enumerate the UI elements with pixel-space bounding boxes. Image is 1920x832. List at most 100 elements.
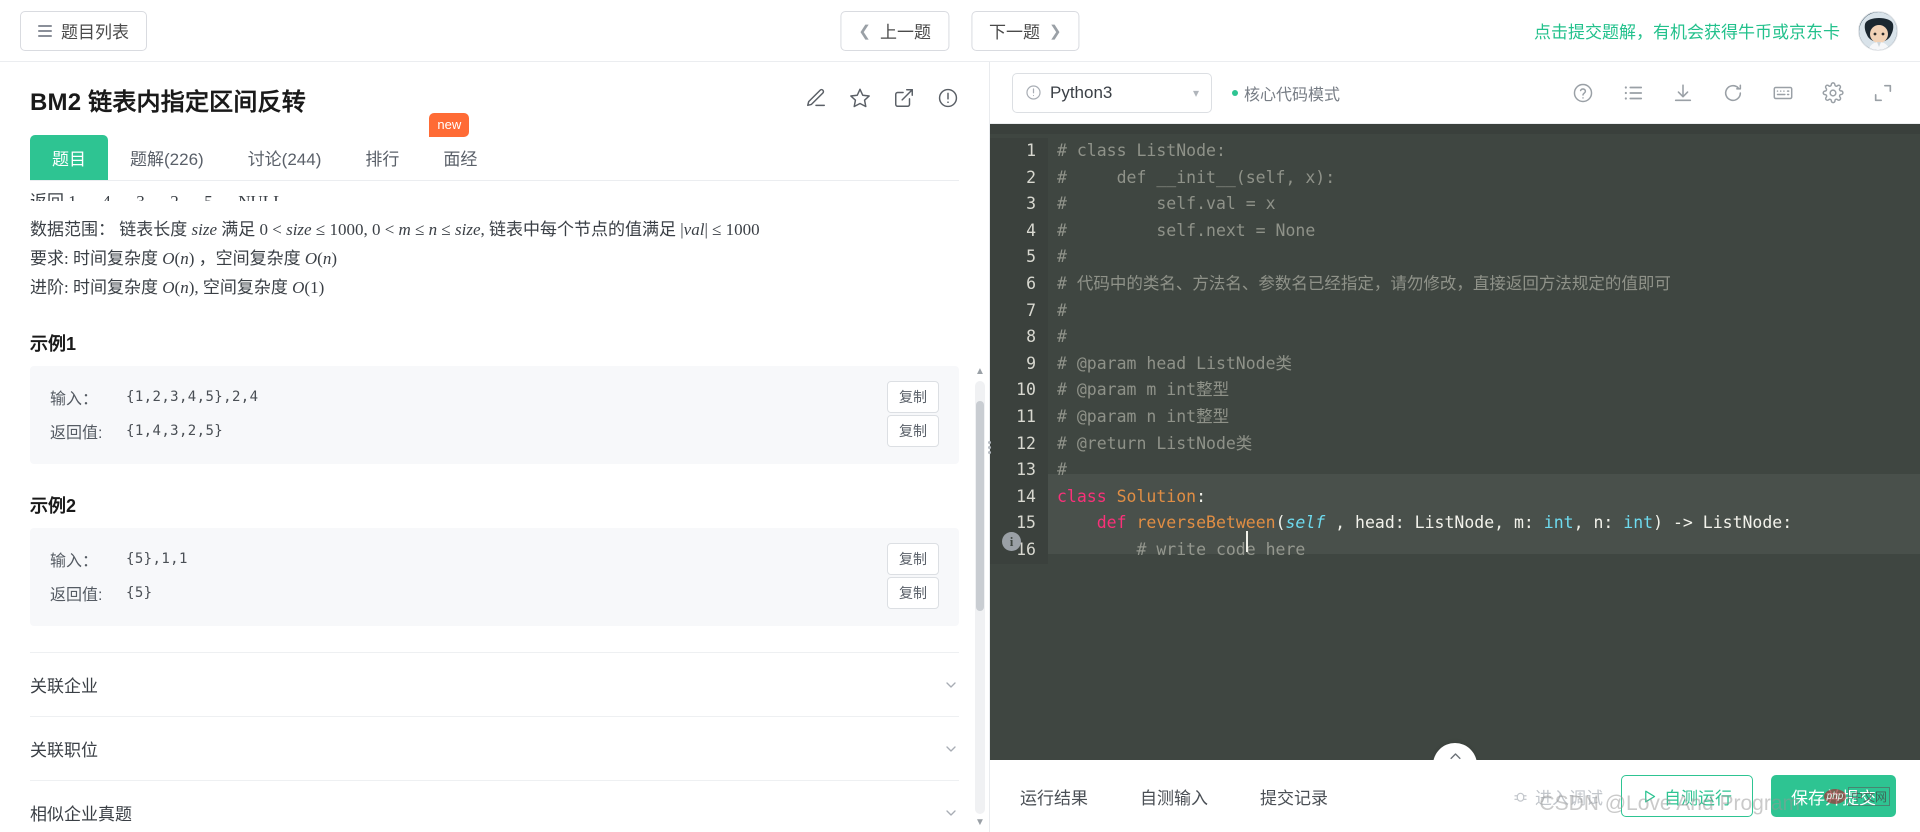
download-icon[interactable] [1672, 82, 1694, 104]
avatar[interactable] [1858, 10, 1898, 51]
prev-problem-button[interactable]: ❮ 上一题 [840, 10, 949, 51]
problem-actions [805, 82, 959, 109]
next-problem-label: 下一题 [989, 23, 1040, 42]
tab-ranking[interactable]: 排行 [343, 135, 421, 180]
copy-button[interactable]: 复制 [887, 577, 939, 609]
line-number: 1 [1026, 141, 1036, 160]
code-line[interactable]: # [1057, 324, 1920, 351]
promo-link[interactable]: 点击提交题解，有机会获得牛币或京东卡 [1534, 18, 1840, 43]
problem-panel: BM2 链表内指定区间反转 题目 题解(226) 讨论(244) 排行 new … [0, 62, 991, 832]
copy-button[interactable]: 复制 [887, 415, 939, 447]
line-number: 6 [1026, 273, 1036, 293]
example-2-input-value: {5},1,1 [126, 551, 188, 567]
gear-icon[interactable] [1822, 81, 1844, 104]
new-badge: new [429, 113, 470, 137]
code-token: # class ListNode: [1057, 141, 1226, 160]
accordion-related-jobs[interactable]: 关联职位 [30, 716, 959, 780]
list-icon[interactable] [1622, 82, 1644, 104]
example-2-box: 输入： {5},1,1 复制 返回值: {5} 复制 [30, 528, 959, 626]
refresh-icon[interactable] [1722, 82, 1744, 104]
pane-resize-handle[interactable] [982, 427, 996, 467]
tab-submission-records[interactable]: 提交记录 [1260, 784, 1328, 809]
code-token: , n: [1573, 513, 1624, 533]
code-token: ) -> ListNode: [1653, 513, 1793, 533]
code-token: int [1543, 513, 1574, 533]
share-icon[interactable] [893, 87, 915, 109]
code-line[interactable]: # [1057, 457, 1920, 484]
code-line[interactable]: class Solution: [1057, 484, 1920, 511]
error-marker-icon[interactable]: i [1002, 532, 1021, 551]
code-token: , head: ListNode, m: [1325, 513, 1544, 533]
line-number: 5 [1026, 247, 1036, 267]
tab-test-input[interactable]: 自测输入 [1140, 784, 1208, 809]
tab-interview[interactable]: new 面经 [421, 113, 499, 180]
code-line[interactable]: # class ListNode: [1057, 138, 1920, 165]
star-icon[interactable] [849, 87, 871, 109]
example-1-box: 输入： {1,2,3,4,5},2,4 复制 返回值: {1,4,3,2,5} … [30, 366, 959, 464]
tab-run-result[interactable]: 运行结果 [1020, 784, 1088, 809]
keyboard-icon[interactable] [1772, 82, 1794, 104]
copy-button[interactable]: 复制 [887, 543, 939, 575]
code-line[interactable]: # @param m int整型 [1057, 377, 1920, 404]
copy-button[interactable]: 复制 [887, 381, 939, 413]
code-token: # 代码中的类名、方法名、参数名已经指定，请勿修改，直接返回方法规定的值即可 [1057, 273, 1671, 293]
example-1-input-row: 输入： {1,2,3,4,5},2,4 复制 [50, 380, 939, 414]
tab-problem[interactable]: 题目 [30, 135, 108, 180]
tab-discussion[interactable]: 讨论(244) [226, 135, 344, 180]
expand-icon[interactable] [1872, 82, 1894, 104]
save-and-submit-label: 保存并提交 [1791, 788, 1876, 808]
code-line[interactable]: # [1057, 244, 1920, 271]
constraints-line: 数据范围： 链表长度 size 满足 0 < size ≤ 1000, 0 < … [30, 220, 760, 239]
code-editor[interactable]: 1 2 3 4 5 6 7 8 9 10 11 12 13 14 15 16 # class ListNode… [990, 124, 1920, 760]
scroll-up-icon[interactable]: ▲ [975, 365, 985, 379]
code-token: # self.next = None [1057, 220, 1316, 240]
accordion-related-companies[interactable]: 关联企业 [30, 652, 959, 716]
problem-list-button[interactable]: 题目列表 [20, 10, 147, 51]
collapse-console-button[interactable] [1433, 743, 1477, 760]
example-1-output-value: {1,4,3,2,5} [126, 423, 224, 439]
info-icon[interactable] [937, 87, 959, 109]
example-2-output-value: {5} [126, 585, 153, 601]
code-line[interactable]: # [1057, 298, 1920, 325]
tab-solutions[interactable]: 题解(226) [108, 135, 226, 180]
chevron-right-icon: ❯ [1049, 22, 1062, 40]
example-1-output-row: 返回值: {1,4,3,2,5} 复制 [50, 414, 939, 448]
code-line[interactable]: # self.val = x [1057, 191, 1920, 218]
tab-problem-label: 题目 [52, 150, 86, 169]
clock-icon [1026, 85, 1041, 100]
next-problem-button[interactable]: 下一题 ❯ [971, 10, 1080, 51]
core-mode-toggle[interactable]: 核心代码模式 [1232, 81, 1340, 105]
save-and-submit-button[interactable]: 保存并提交 [1771, 775, 1896, 817]
code-line[interactable]: # self.next = None [1057, 218, 1920, 245]
chevron-down-icon: ▾ [1192, 85, 1199, 100]
accordion-similar-problems[interactable]: 相似企业真题 [30, 780, 959, 832]
scroll-down-icon[interactable]: ▼ [975, 816, 985, 830]
code-line[interactable]: # 代码中的类名、方法名、参数名已经指定，请勿修改，直接返回方法规定的值即可 [1057, 271, 1920, 298]
prev-problem-label: 上一题 [880, 23, 931, 42]
code-line[interactable]: # write code here [1057, 537, 1920, 564]
code-token: # [1057, 327, 1067, 347]
main-split: BM2 链表内指定区间反转 题目 题解(226) 讨论(244) 排行 new … [0, 62, 1920, 832]
line-number: 12 [1016, 433, 1036, 453]
enter-debug-button[interactable]: 进入调试 [1512, 784, 1603, 809]
code-line[interactable]: # @return ListNode类 [1057, 431, 1920, 458]
code-line[interactable]: # @param head ListNode类 [1057, 351, 1920, 378]
example-1-input-label: 输入： [50, 391, 99, 408]
code-line[interactable]: # def __init__(self, x): [1057, 165, 1920, 192]
accordion-label: 关联职位 [30, 741, 98, 760]
line-number: 10 [1016, 380, 1036, 400]
problem-content-scroll[interactable]: 返回 1 → 4 → 3 → 2 → 5 → NULL. 数据范围： 链表长度 … [0, 181, 989, 832]
help-icon[interactable] [1572, 82, 1594, 104]
code-line[interactable]: # @param n int整型 [1057, 404, 1920, 431]
language-select[interactable]: Python3 ▾ [1012, 72, 1212, 113]
language-value: Python3 [1050, 82, 1113, 102]
code-token: reverseBetween [1136, 513, 1276, 533]
line-number: 3 [1026, 194, 1036, 214]
test-run-button[interactable]: 自测运行 [1621, 775, 1753, 817]
code-line[interactable]: def reverseBetween(self , head: ListNode… [1057, 510, 1920, 537]
problem-list-label: 题目列表 [61, 23, 129, 42]
core-mode-label: 核心代码模式 [1244, 86, 1341, 104]
edit-icon[interactable] [805, 87, 827, 109]
code-lines[interactable]: # class ListNode: # def __init__(self, x)… [1048, 138, 1920, 564]
line-number: 8 [1026, 327, 1036, 347]
